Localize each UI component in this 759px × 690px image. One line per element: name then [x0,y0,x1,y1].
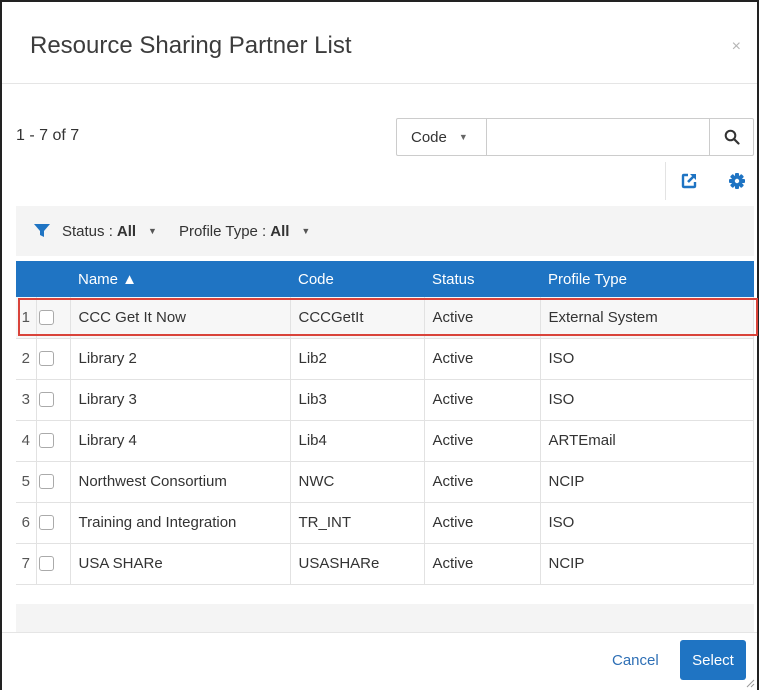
close-icon[interactable]: × [732,38,741,56]
search-bar: Code ▼ [396,118,754,156]
filter-icon [34,224,50,237]
row-number: 1 [16,297,37,339]
row-profile-type: ISO [540,379,754,421]
table-row[interactable]: 2 Library 2 Lib2 Active ISO [16,338,754,380]
row-checkbox-cell [36,379,71,421]
row-status: Active [424,379,541,421]
row-status: Active [424,338,541,380]
header-num [16,261,36,297]
header-select [36,261,70,297]
row-code: Lib3 [290,379,425,421]
column-header-profile-type[interactable]: Profile Type [540,261,754,297]
row-code: Lib2 [290,338,425,380]
filter-profile-type-label: Profile Type : [178,222,267,240]
table-header: Name ▲ Code Status Profile Type [16,261,754,297]
row-number: 4 [16,420,37,462]
toolbar-divider [665,162,666,200]
table-row[interactable]: 1 CCC Get It Now CCCGetIt Active Externa… [16,297,754,339]
row-code: CCCGetIt [290,297,425,339]
row-checkbox-cell [36,338,71,380]
select-button[interactable]: Select [680,640,746,680]
row-status: Active [424,420,541,462]
row-name: Library 3 [70,379,291,421]
row-name: Library 2 [70,338,291,380]
row-number: 6 [16,502,37,544]
row-checkbox[interactable] [38,474,54,489]
row-checkbox-cell [36,461,71,503]
row-number: 3 [16,379,37,421]
dialog-title: Resource Sharing Partner List [30,32,352,59]
column-header-name[interactable]: Name ▲ [70,261,290,297]
filter-status-value: All [116,222,137,240]
row-name: Northwest Consortium [70,461,291,503]
table-footer-strip [16,604,754,632]
row-status: Active [424,502,541,544]
row-checkbox[interactable] [38,351,54,366]
row-checkbox[interactable] [38,433,54,448]
row-profile-type: ARTEmail [540,420,754,462]
filter-status[interactable]: Status : All ▼ [62,223,157,240]
row-checkbox-cell [36,502,71,544]
settings-button[interactable] [728,172,746,195]
row-checkbox-cell [36,420,71,462]
chevron-down-icon: ▼ [301,226,311,236]
external-link-icon [681,173,697,189]
row-status: Active [424,461,541,503]
table-row[interactable]: 7 USA SHARe USASHARe Active NCIP [16,543,754,585]
partner-table: Name ▲ Code Status Profile Type 1 CCC Ge… [16,261,754,585]
row-checkbox-cell [36,543,71,585]
search-field-label: Code [411,128,447,146]
chevron-down-icon: ▼ [148,226,157,236]
row-code: USASHARe [290,543,425,585]
row-name: CCC Get It Now [70,297,291,339]
search-button[interactable] [709,119,753,155]
search-icon [724,129,740,145]
column-header-status[interactable]: Status [424,261,540,297]
row-number: 5 [16,461,37,503]
filter-status-label: Status : [62,222,113,240]
row-code: Lib4 [290,420,425,462]
row-profile-type: NCIP [540,543,754,585]
filter-profile-type[interactable]: Profile Type : All ▼ [179,223,310,240]
gear-icon [729,173,745,189]
row-code: NWC [290,461,425,503]
row-status: Active [424,297,541,339]
chevron-down-icon: ▼ [458,132,468,142]
row-name: Training and Integration [70,502,291,544]
cancel-button[interactable]: Cancel [612,652,659,669]
search-input[interactable] [487,119,709,155]
row-profile-type: ISO [540,502,754,544]
row-checkbox[interactable] [38,309,54,325]
row-checkbox[interactable] [38,515,54,530]
resize-handle-icon[interactable] [745,678,755,688]
row-number: 2 [16,338,37,380]
table-row[interactable]: 6 Training and Integration TR_INT Active… [16,502,754,544]
dialog-header: Resource Sharing Partner List × [2,2,757,84]
filter-bar: Status : All ▼ Profile Type : All ▼ [16,206,754,256]
results-count: 1 - 7 of 7 [16,127,80,144]
search-field-dropdown[interactable]: Code ▼ [397,119,487,155]
row-profile-type: NCIP [540,461,754,503]
column-header-code[interactable]: Code [290,261,424,297]
row-number: 7 [16,543,37,585]
table-row[interactable]: 4 Library 4 Lib4 Active ARTEmail [16,420,754,462]
filter-profile-type-value: All [270,222,290,240]
export-button[interactable] [680,172,698,195]
table-row[interactable]: 3 Library 3 Lib3 Active ISO [16,379,754,421]
row-profile-type: ISO [540,338,754,380]
row-checkbox[interactable] [38,392,54,407]
table-row[interactable]: 5 Northwest Consortium NWC Active NCIP [16,461,754,503]
row-checkbox[interactable] [38,556,54,571]
row-checkbox-cell [36,297,71,339]
partner-list-dialog: Resource Sharing Partner List × 1 - 7 of… [0,0,759,690]
row-code: TR_INT [290,502,425,544]
row-name: USA SHARe [70,543,291,585]
row-profile-type: External System [540,297,754,339]
footer-divider [2,632,757,633]
row-name: Library 4 [70,420,291,462]
row-status: Active [424,543,541,585]
